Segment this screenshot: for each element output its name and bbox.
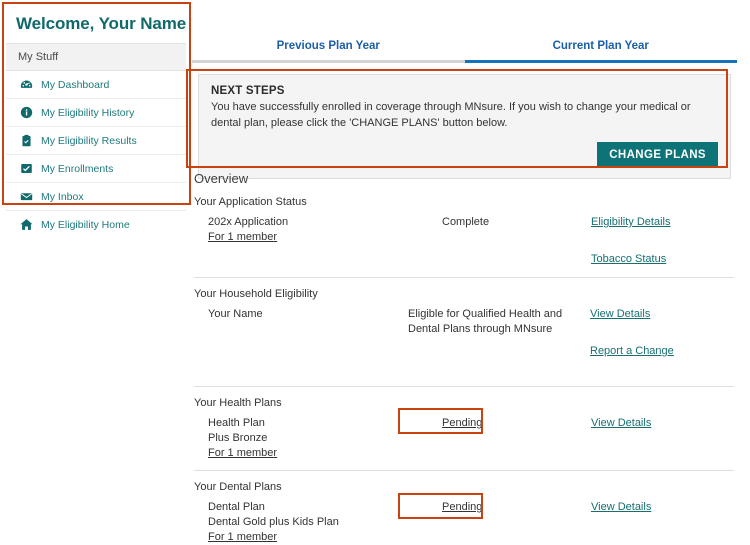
status-badge-pending[interactable]: Pending [442, 417, 482, 429]
row-links-cell: Eligibility Details Tobacco Status [579, 215, 739, 267]
sidebar-item-label: My Enrollments [41, 162, 114, 175]
info-circle-icon [20, 106, 33, 119]
sidebar-item-label: My Eligibility Home [41, 218, 130, 231]
row-name-cell: 202x Application For 1 member [194, 215, 394, 245]
report-a-change-link[interactable]: Report a Change [590, 344, 674, 359]
row-status-cell: Pending [394, 500, 579, 515]
change-plans-button[interactable]: CHANGE PLANS [597, 141, 718, 168]
for-members-link[interactable]: For 1 member [208, 446, 394, 461]
view-details-link[interactable]: View Details [591, 416, 651, 431]
sidebar-item-label: My Eligibility Results [41, 134, 137, 147]
section-divider [194, 470, 734, 471]
change-plans-row: CHANGE PLANS [211, 141, 718, 168]
row-name-cell: Your Name [194, 307, 394, 322]
next-steps-body: You have successfully enrolled in covera… [211, 101, 691, 129]
row-status-cell: Complete [442, 216, 490, 228]
sidebar-item-my-dashboard[interactable]: My Dashboard [6, 71, 186, 99]
plan-year-tabs: Previous Plan Year Current Plan Year [192, 40, 737, 63]
sidebar-section-header: My Stuff [6, 44, 186, 71]
sidebar-item-my-enrollments[interactable]: My Enrollments [6, 155, 186, 183]
sidebar-item-my-inbox[interactable]: My Inbox [6, 183, 186, 211]
tobacco-status-link[interactable]: Tobacco Status [591, 252, 666, 267]
sidebar-item-my-eligibility-results[interactable]: My Eligibility Results [6, 127, 186, 155]
section-heading: Your Dental Plans [194, 481, 282, 493]
row-name-cell: Dental Plan Dental Gold plus Kids Plan F… [194, 500, 394, 545]
row-status-cell: Pending [394, 416, 579, 431]
section-heading: Your Application Status [194, 196, 307, 208]
section-health-plans: Your Health Plans Health Plan Plus Bronz… [194, 397, 739, 461]
sidebar: Welcome, Your Name My Stuff My Dashboard… [6, 6, 186, 238]
sidebar-item-label: My Inbox [41, 190, 84, 203]
table-row: Your Name Eligible for Qualified Health … [194, 307, 739, 359]
next-steps-title: NEXT STEPS [211, 85, 285, 97]
plan-name-line: Plus Bronze [208, 431, 268, 444]
section-divider [194, 277, 734, 278]
plan-name-line: 202x Application [208, 216, 289, 228]
home-icon [20, 218, 33, 231]
table-row: Health Plan Plus Bronze For 1 member Pen… [194, 416, 739, 461]
view-details-link[interactable]: View Details [591, 500, 651, 515]
next-steps-panel: NEXT STEPS You have successfully enrolle… [198, 74, 731, 179]
sidebar-item-my-eligibility-home[interactable]: My Eligibility Home [6, 211, 186, 238]
section-application-status: Your Application Status 202x Application… [194, 196, 739, 267]
section-dental-plans: Your Dental Plans Dental Plan Dental Gol… [194, 481, 739, 545]
main-content: Previous Plan Year Current Plan Year NEX… [192, 0, 750, 545]
dashboard-icon [20, 78, 33, 91]
for-members-link[interactable]: For 1 member [208, 530, 394, 545]
sidebar-item-label: My Eligibility History [41, 106, 135, 119]
for-members-link[interactable]: For 1 member [208, 230, 394, 245]
tab-previous-plan-year[interactable]: Previous Plan Year [192, 40, 465, 63]
sidebar-panel: My Stuff My Dashboard My Eligibility His… [6, 43, 186, 238]
section-heading: Your Household Eligibility [194, 288, 318, 300]
envelope-icon [20, 190, 33, 203]
welcome-heading: Welcome, Your Name [6, 6, 186, 43]
row-links-cell: View Details [579, 416, 739, 431]
plan-name-line: Dental Gold plus Kids Plan [208, 515, 339, 528]
overview-title: Overview [194, 171, 249, 186]
tab-current-plan-year[interactable]: Current Plan Year [464, 40, 737, 63]
row-links-cell: View Details [579, 500, 739, 515]
section-divider [194, 386, 734, 387]
table-row: Dental Plan Dental Gold plus Kids Plan F… [194, 500, 739, 545]
sidebar-item-label: My Dashboard [41, 78, 110, 91]
eligibility-details-link[interactable]: Eligibility Details [591, 215, 670, 230]
status-badge-pending[interactable]: Pending [442, 501, 482, 513]
row-status-cell: Eligible for Qualified Health and Dental… [408, 308, 563, 335]
plan-name-line: Health Plan [208, 417, 265, 429]
table-row: 202x Application For 1 member Complete E… [194, 215, 739, 267]
member-name: Your Name [208, 308, 263, 320]
view-details-link[interactable]: View Details [590, 307, 650, 322]
row-links-cell: View Details Report a Change [584, 307, 739, 359]
sidebar-item-my-eligibility-history[interactable]: My Eligibility History [6, 99, 186, 127]
clipboard-icon [20, 134, 33, 147]
plan-name-line: Dental Plan [208, 501, 265, 513]
row-name-cell: Health Plan Plus Bronze For 1 member [194, 416, 394, 461]
section-household-eligibility: Your Household Eligibility Your Name Eli… [194, 288, 739, 359]
section-heading: Your Health Plans [194, 397, 282, 409]
check-square-icon [20, 162, 33, 175]
